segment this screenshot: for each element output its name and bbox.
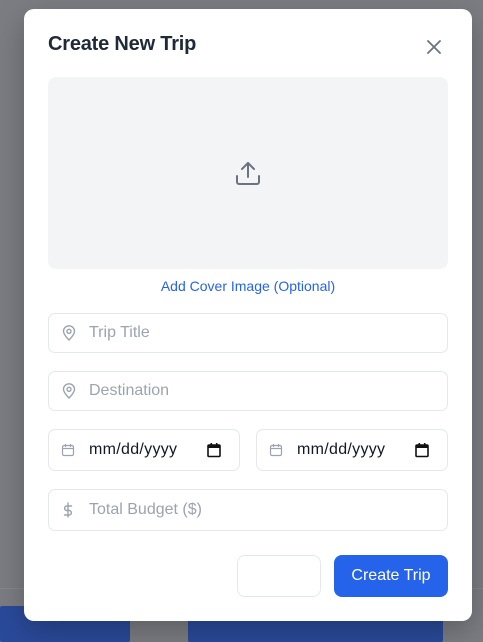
end-date-picker-icon[interactable] — [415, 443, 429, 458]
close-icon — [427, 40, 441, 54]
upload-icon — [236, 162, 260, 185]
destination-input[interactable] — [49, 372, 447, 410]
add-cover-image-link[interactable]: Add Cover Image (Optional) — [48, 278, 448, 294]
map-pin-icon — [61, 325, 77, 341]
calendar-icon — [269, 443, 283, 457]
start-date-value: mm/dd/yyyy — [89, 441, 178, 458]
end-date-value: mm/dd/yyyy — [297, 441, 386, 458]
create-trip-button[interactable]: Create Trip — [334, 555, 448, 597]
map-pin-icon — [61, 383, 77, 399]
calendar-icon — [61, 443, 75, 457]
create-trip-modal: Create New Trip Add Cover Image (Optiona… — [24, 9, 472, 621]
start-date-picker-icon[interactable] — [207, 443, 221, 458]
trip-title-field — [48, 313, 448, 353]
cover-image-upload[interactable] — [48, 77, 448, 269]
destination-field — [48, 371, 448, 411]
cancel-button[interactable] — [237, 555, 321, 597]
budget-input[interactable] — [49, 490, 447, 530]
trip-title-input[interactable] — [49, 314, 447, 352]
close-button[interactable] — [422, 35, 446, 59]
dollar-icon — [61, 502, 75, 518]
budget-field — [48, 489, 448, 531]
start-date-field[interactable]: mm/dd/yyyy — [48, 429, 240, 471]
end-date-field[interactable]: mm/dd/yyyy — [256, 429, 448, 471]
modal-title: Create New Trip — [48, 33, 197, 55]
